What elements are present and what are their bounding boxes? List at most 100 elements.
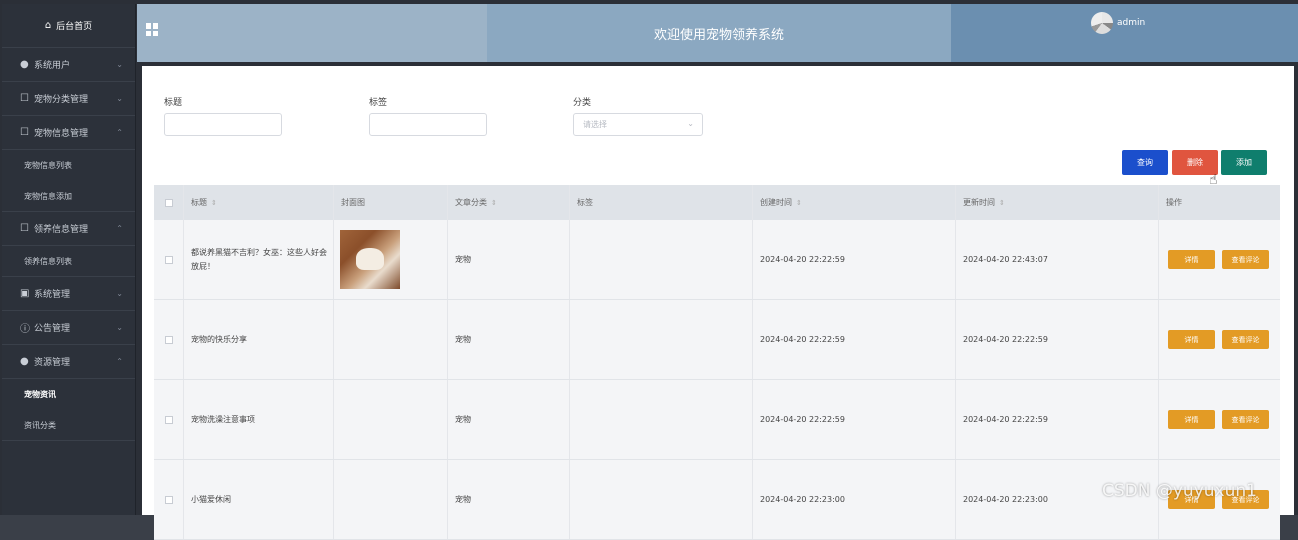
cover-image [340,230,400,289]
cell-created: 2024-04-20 22:22:59 [753,220,956,299]
cell-category: 宠物 [448,460,570,539]
edit-icon: ☐ [20,223,29,234]
sidebar-subitem-pet-news[interactable]: 宠物资讯 [2,379,135,410]
edit-icon: ☐ [20,93,29,104]
sort-icon[interactable]: ⇕ [211,196,217,210]
sidebar-subitem-news-category[interactable]: 资讯分类 [2,410,135,441]
sidebar-item-notice[interactable]: ⓘ 公告管理 ⌄ [2,311,135,345]
row-checkbox[interactable] [164,415,173,424]
cell-updated: 2024-04-20 22:22:59 [956,380,1159,459]
row-checkbox[interactable] [164,255,173,264]
cell-cover [334,300,448,379]
col-header-category[interactable]: 文章分类 ⇕ [448,185,570,220]
chevron-down-icon: ⌄ [116,94,123,103]
cell-actions: 详情 查看评论 [1159,380,1280,459]
cell-actions: 详情 查看评论 [1159,300,1280,379]
detail-button[interactable]: 详情 [1168,330,1215,349]
sidebar-item-label: 公告管理 [34,324,71,334]
sort-icon[interactable]: ⇕ [796,196,802,210]
edit-icon: ☐ [20,127,29,138]
category-select-placeholder: 请选择 [583,120,607,129]
sidebar-item-label: 宠物信息管理 [34,129,89,139]
chevron-down-icon: ⌄ [116,60,123,69]
table-header: 标题 ⇕ 封面图 文章分类 ⇕ 标签 创建时间 ⇕ 更新时间 ⇕ 操作 [154,185,1280,220]
sidebar-subitem-pet-add[interactable]: 宠物信息添加 [2,181,135,212]
header-user[interactable]: admin [951,4,1298,62]
category-filter-select[interactable]: 请选择 ⌄ [573,113,703,136]
sidebar-item-users[interactable]: ● 系统用户 ⌄ [2,48,135,82]
col-header-updated[interactable]: 更新时间 ⇕ [956,185,1159,220]
header-left [137,4,487,62]
cell-updated: 2024-04-20 22:43:07 [956,220,1159,299]
home-icon: ⌂ [44,20,52,31]
sort-icon[interactable]: ⇕ [491,196,497,210]
chevron-down-icon: ⌄ [687,119,694,128]
select-all-checkbox[interactable] [164,198,173,207]
sidebar-home-label: 后台首页 [56,22,93,32]
add-button[interactable]: 添加 [1221,150,1267,175]
col-header-tag: 标签 [570,185,753,220]
watermark: CSDN @yuyuxun1 [1102,481,1257,501]
detail-button[interactable]: 详情 [1168,410,1215,429]
detail-button[interactable]: 详情 [1168,250,1215,269]
sidebar-home[interactable]: ⌂ 后台首页 [2,4,135,48]
col-header-actions: 操作 [1166,197,1182,207]
sidebar-item-label: 资源管理 [34,358,71,368]
location-icon: ● [20,356,29,367]
cell-title: 宠物洗澡注意事项 [184,380,334,459]
sort-icon[interactable]: ⇕ [999,196,1005,210]
sidebar-item-label: 宠物分类管理 [34,95,89,105]
sidebar-item-adoption[interactable]: ☐ 领养信息管理 ⌃ [2,212,135,246]
table-row: 宠物的快乐分享 宠物 2024-04-20 22:22:59 2024-04-2… [154,300,1280,380]
sidebar-item-resources[interactable]: ● 资源管理 ⌃ [2,345,135,379]
cell-cover [334,460,448,539]
info-icon: ⓘ [20,324,30,335]
cell-title: 都说养黑猫不吉利？女巫：这些人好会放屁！ [184,220,334,299]
user-icon: ● [20,59,29,70]
main-panel: 标题 标签 分类 请选择 ⌄ 查询 删除 添加 ☝ 标题 ⇕ 封面图 文章分类 ⇕ … [142,66,1294,540]
chart-icon: ▣ [20,288,30,299]
cell-cover [334,220,448,299]
cell-tag [570,220,753,299]
row-checkbox[interactable] [164,335,173,344]
col-header-created[interactable]: 创建时间 ⇕ [753,185,956,220]
sidebar-item-label: 系统管理 [34,290,71,300]
sidebar-item-pet-info[interactable]: ☐ 宠物信息管理 ⌃ [2,116,135,150]
cell-title: 小猫爱休闲 [184,460,334,539]
title-filter-input[interactable] [164,113,282,136]
sidebar-item-system[interactable]: ▣ 系统管理 ⌄ [2,277,135,311]
row-checkbox[interactable] [164,495,173,504]
cell-updated: 2024-04-20 22:22:59 [956,300,1159,379]
view-comments-button[interactable]: 查看评论 [1222,250,1269,269]
app-frame: ⌂ 后台首页 ● 系统用户 ⌄ ☐ 宠物分类管理 ⌄ ☐ 宠物信息管理 ⌃ 宠物… [0,0,1298,540]
tag-filter-label: 标签 [369,98,388,108]
chevron-up-icon: ⌃ [116,128,123,137]
col-header-cover: 封面图 [334,185,448,220]
avatar[interactable] [1091,12,1113,34]
header-title: 欢迎使用宠物领养系统 [487,4,951,62]
tag-filter-input[interactable] [369,113,487,136]
cell-cover [334,380,448,459]
query-button[interactable]: 查询 [1122,150,1168,175]
cell-category: 宠物 [448,220,570,299]
col-header-title[interactable]: 标题 ⇕ [184,185,334,220]
table-row: 都说养黑猫不吉利？女巫：这些人好会放屁！ 宠物 2024-04-20 22:22… [154,220,1280,300]
username-label[interactable]: admin [1117,18,1145,28]
category-filter-label: 分类 [573,98,592,108]
sidebar-item-pet-category[interactable]: ☐ 宠物分类管理 ⌄ [2,82,135,116]
sidebar: ⌂ 后台首页 ● 系统用户 ⌄ ☐ 宠物分类管理 ⌄ ☐ 宠物信息管理 ⌃ 宠物… [2,4,136,515]
table-row: 宠物洗澡注意事项 宠物 2024-04-20 22:22:59 2024-04-… [154,380,1280,460]
top-header: 欢迎使用宠物领养系统 admin [137,4,1298,62]
view-comments-button[interactable]: 查看评论 [1222,330,1269,349]
cell-created: 2024-04-20 22:23:00 [753,460,956,539]
chevron-up-icon: ⌃ [116,224,123,233]
chevron-down-icon: ⌄ [116,323,123,332]
cell-category: 宠物 [448,380,570,459]
view-comments-button[interactable]: 查看评论 [1222,410,1269,429]
sidebar-subitem-pet-list[interactable]: 宠物信息列表 [2,150,135,181]
sidebar-item-label: 系统用户 [34,61,71,71]
cell-title: 宠物的快乐分享 [184,300,334,379]
grid-menu-icon[interactable] [146,23,159,36]
sidebar-subitem-adoption-list[interactable]: 领养信息列表 [2,246,135,277]
cell-created: 2024-04-20 22:22:59 [753,380,956,459]
